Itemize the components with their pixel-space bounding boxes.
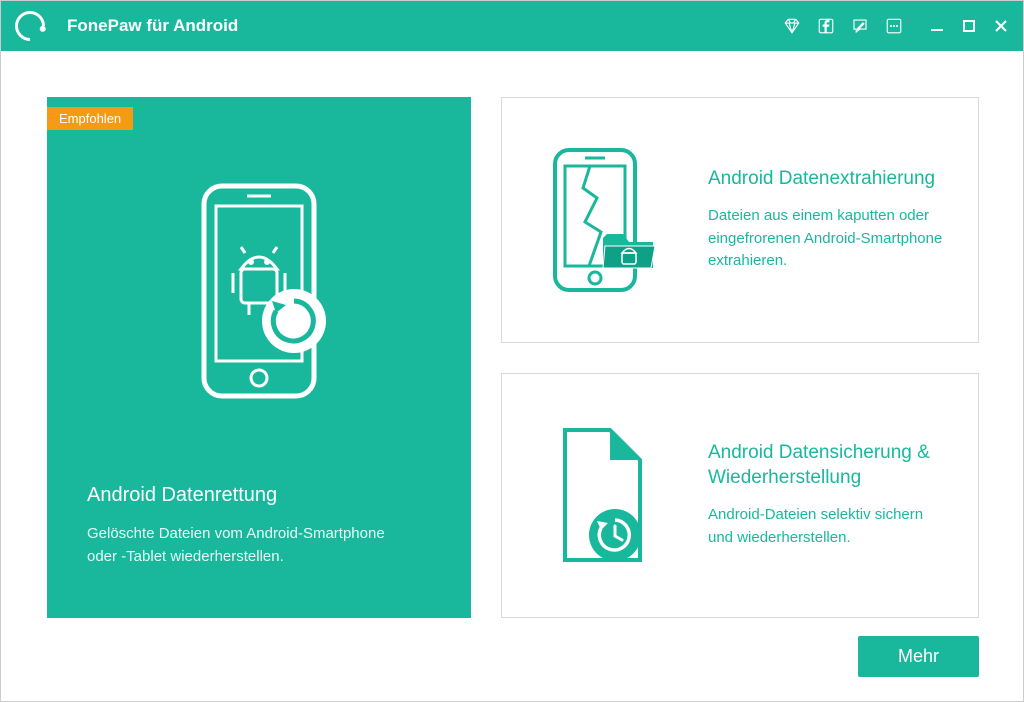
card-title: Android Datensicherung & Wiederherstellu…: [708, 441, 950, 490]
maximize-button[interactable]: [961, 18, 977, 34]
recommended-badge: Empfohlen: [47, 107, 133, 130]
feedback-icon[interactable]: [851, 17, 869, 35]
broken-phone-icon: [530, 140, 680, 300]
menu-icon[interactable]: [885, 17, 903, 35]
document-history-icon: [530, 415, 680, 575]
close-button[interactable]: [993, 18, 1009, 34]
card-backup-restore[interactable]: Android Datensicherung & Wiederherstellu…: [501, 373, 979, 619]
card-data-recovery[interactable]: Empfohlen: [47, 97, 471, 618]
titlebar: FonePaw für Android: [1, 1, 1023, 51]
titlebar-icons: [783, 17, 1009, 35]
minimize-button[interactable]: [929, 18, 945, 34]
more-button[interactable]: Mehr: [858, 636, 979, 677]
card-data-extraction[interactable]: Android Datenextrahierung Dateien aus ei…: [501, 97, 979, 343]
diamond-icon[interactable]: [783, 17, 801, 35]
footer: Mehr: [47, 618, 979, 677]
card-desc: Android-Dateien selektiv sichern und wie…: [708, 504, 950, 549]
app-window: FonePaw für Android: [0, 0, 1024, 702]
facebook-icon[interactable]: [817, 17, 835, 35]
card-desc: Gelöschte Dateien vom Android-Smartphone…: [87, 523, 387, 568]
card-desc: Dateien aus einem kaputten oder eingefro…: [708, 205, 950, 273]
phone-recovery-icon: [87, 97, 431, 484]
card-title: Android Datenextrahierung: [708, 167, 950, 192]
app-logo-icon: [9, 5, 51, 47]
card-grid: Empfohlen: [47, 97, 979, 618]
card-title: Android Datenrettung: [87, 484, 431, 507]
app-title: FonePaw für Android: [67, 16, 783, 36]
content-area: Empfohlen: [1, 51, 1023, 701]
